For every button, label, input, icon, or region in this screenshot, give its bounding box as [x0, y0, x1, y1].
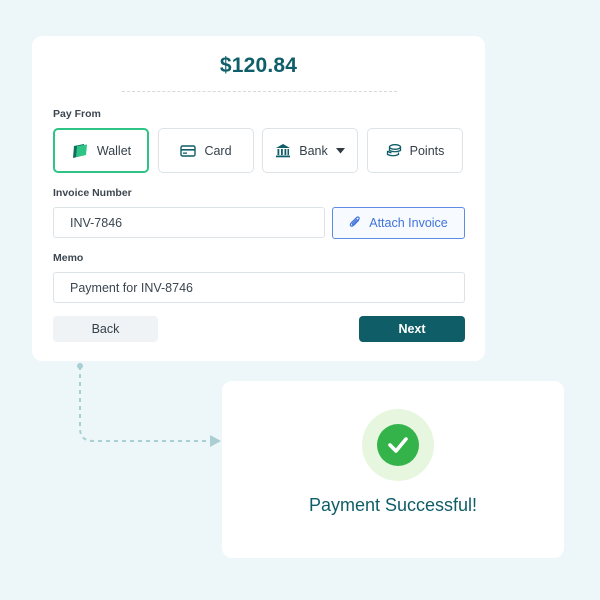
pay-method-card-label: Card — [204, 143, 232, 158]
invoice-number-value: INV-7846 — [70, 215, 123, 230]
success-badge — [362, 409, 434, 481]
attach-invoice-button[interactable]: Attach Invoice — [332, 207, 465, 239]
success-message: Payment Successful! — [308, 495, 478, 515]
pay-method-points[interactable]: Points — [367, 128, 463, 173]
memo-value: Payment for INV-8746 — [70, 280, 193, 295]
bank-icon — [275, 143, 291, 158]
attach-invoice-label: Attach Invoice — [369, 216, 448, 230]
coins-icon — [386, 143, 402, 158]
back-button[interactable]: Back — [53, 316, 158, 342]
invoice-number-label: Invoice Number — [53, 187, 132, 199]
pay-method-card[interactable]: Card — [158, 128, 254, 173]
next-button[interactable]: Next — [359, 316, 465, 342]
wallet-icon — [71, 143, 89, 159]
pay-method-points-label: Points — [409, 143, 445, 158]
pay-method-wallet[interactable]: Wallet — [53, 128, 149, 173]
amount-divider — [122, 91, 397, 92]
invoice-number-input[interactable]: INV-7846 — [53, 207, 325, 238]
memo-input[interactable]: Payment for INV-8746 — [53, 272, 465, 303]
paperclip-icon — [349, 215, 361, 231]
pay-method-bank-label: Bank — [299, 143, 328, 158]
pay-method-wallet-label: Wallet — [96, 143, 132, 158]
payment-amount: $120.84 — [219, 54, 298, 77]
check-circle-icon — [377, 424, 419, 466]
memo-label: Memo — [53, 252, 84, 264]
chevron-down-icon — [335, 147, 345, 154]
pay-from-label: Pay From — [53, 108, 101, 120]
pay-method-bank[interactable]: Bank — [262, 128, 358, 173]
card-icon — [180, 144, 197, 157]
